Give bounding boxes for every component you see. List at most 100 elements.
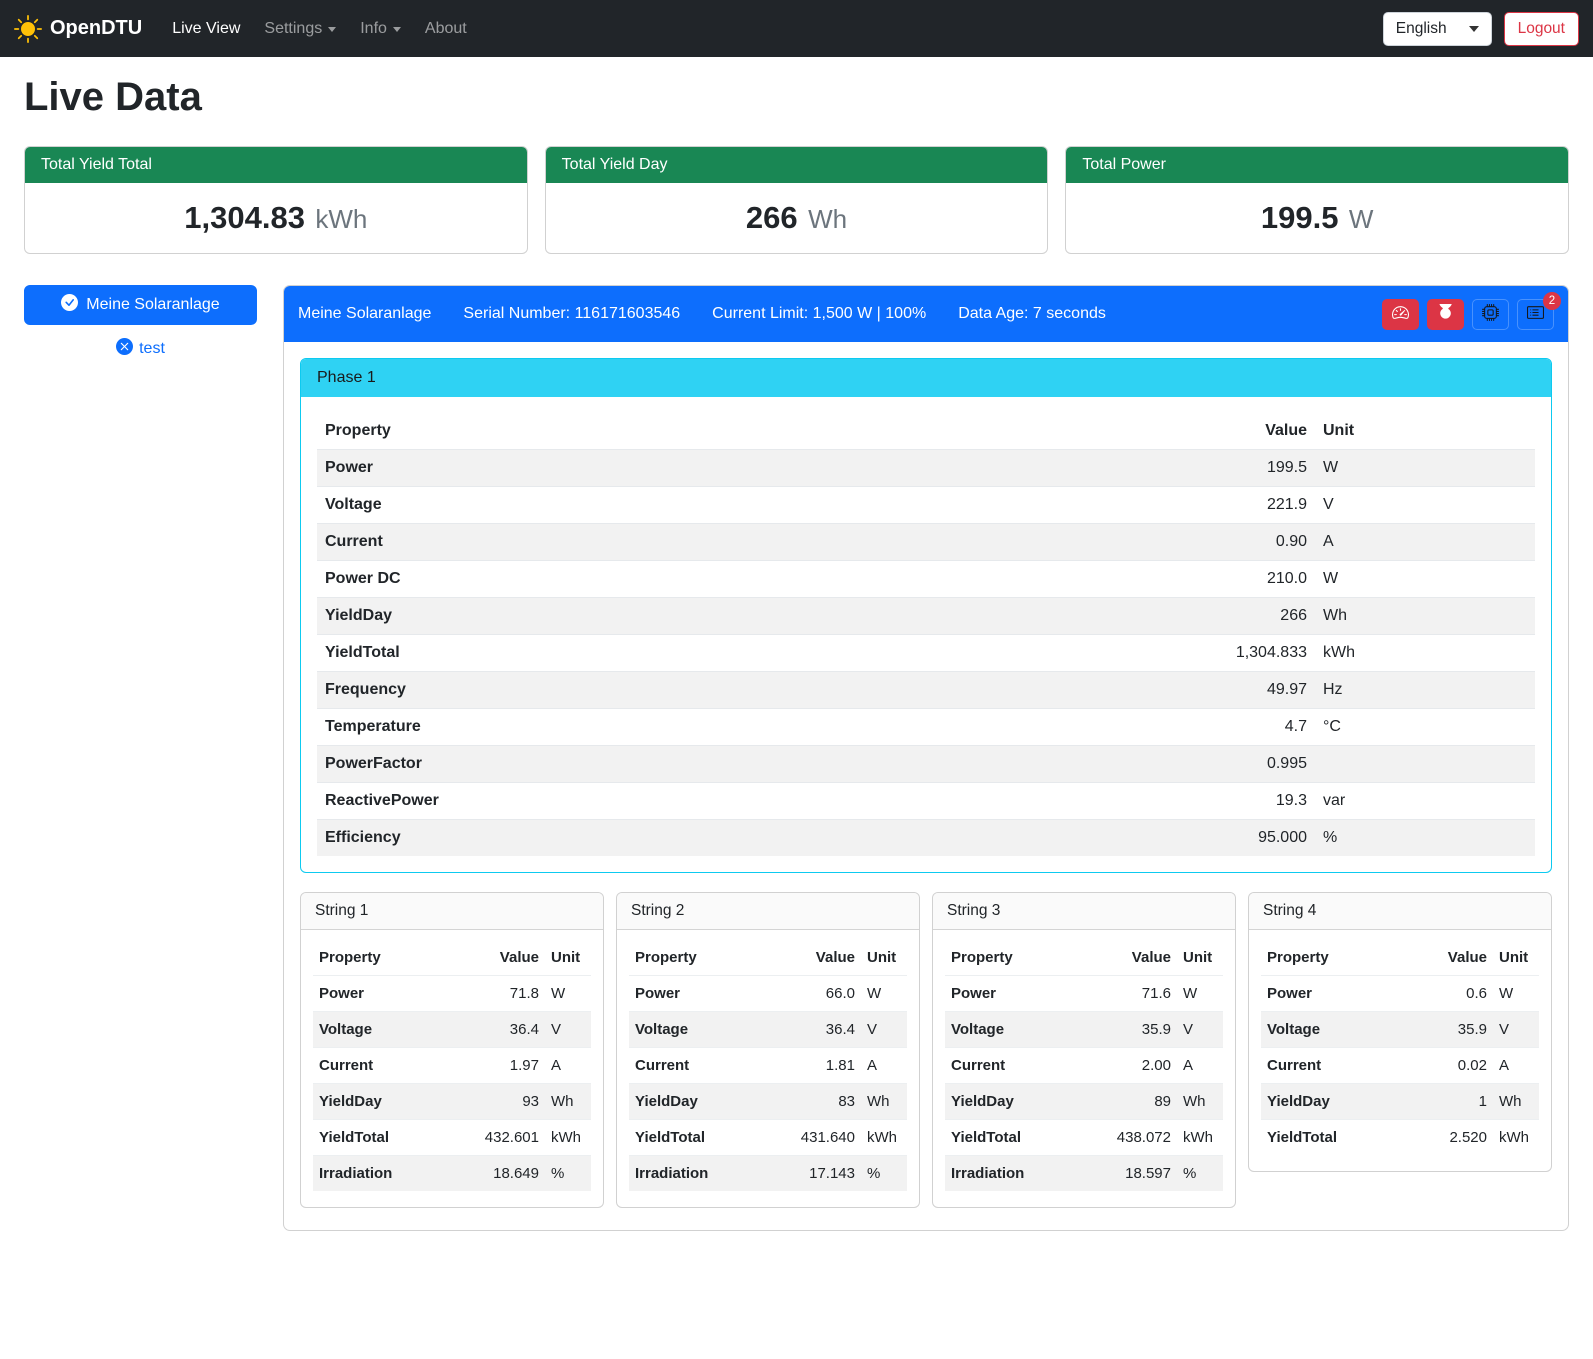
event-count-badge: 2 — [1543, 292, 1561, 310]
value-cell: 210.0 — [914, 561, 1315, 598]
table-row: Power199.5W — [317, 450, 1535, 487]
value-cell: 35.9 — [1076, 1012, 1177, 1048]
table-header-row: Property Value Unit — [313, 940, 591, 976]
phase-card-body: Property Value Unit Power199.5WVoltage22… — [301, 397, 1551, 872]
phase-table: Property Value Unit Power199.5WVoltage22… — [317, 413, 1535, 856]
property-cell: YieldTotal — [317, 635, 914, 672]
string-card-body: Property Value Unit Power71.6WVoltage35.… — [933, 930, 1235, 1207]
property-column-header: Property — [629, 940, 760, 976]
card-body: 199.5 W — [1066, 183, 1568, 253]
sun-logo-icon — [14, 15, 42, 43]
property-cell: Current — [629, 1048, 760, 1084]
property-cell: Current — [317, 524, 914, 561]
unit-cell: A — [1493, 1048, 1539, 1084]
table-header-row: Property Value Unit — [945, 940, 1223, 976]
unit-cell: kWh — [1177, 1120, 1223, 1156]
inverter-card-body: Phase 1 Property Value Unit Power199.5WV… — [284, 342, 1568, 1230]
table-row: Power DC210.0W — [317, 561, 1535, 598]
value-cell: 431.640 — [760, 1120, 861, 1156]
value-column-header: Value — [760, 940, 861, 976]
table-row: YieldDay89Wh — [945, 1084, 1223, 1120]
string-card-body: Property Value Unit Power71.8WVoltage36.… — [301, 930, 603, 1207]
card-title: Total Power — [1066, 147, 1568, 183]
inverter-serial: Serial Number: 116171603546 — [463, 305, 680, 323]
language-select[interactable]: English — [1383, 12, 1492, 46]
property-cell: Power — [317, 450, 914, 487]
speedometer-icon — [1392, 304, 1409, 324]
value-cell: 199.5 — [914, 450, 1315, 487]
property-cell: YieldDay — [945, 1084, 1076, 1120]
property-cell: Current — [945, 1048, 1076, 1084]
device-info-button[interactable] — [1472, 299, 1509, 330]
value-cell: 0.6 — [1404, 976, 1493, 1012]
table-row: Irradiation18.649% — [313, 1156, 591, 1192]
brand-link[interactable]: OpenDTU — [14, 15, 142, 43]
limit-settings-button[interactable] — [1382, 299, 1419, 330]
value-cell: 1 — [1404, 1084, 1493, 1120]
power-icon — [1437, 304, 1454, 324]
string-2-table: Property Value Unit Power66.0WVoltage36.… — [629, 940, 907, 1191]
string-3-table: Property Value Unit Power71.6WVoltage35.… — [945, 940, 1223, 1191]
value-cell: 49.97 — [914, 672, 1315, 709]
table-row: Current2.00A — [945, 1048, 1223, 1084]
value-column-header: Value — [444, 940, 545, 976]
sidebar-item-test[interactable]: test — [24, 338, 257, 360]
property-cell: Voltage — [313, 1012, 444, 1048]
value-cell: 432.601 — [444, 1120, 545, 1156]
card-value: 1,304.83 — [184, 200, 305, 235]
unit-cell: W — [1315, 561, 1535, 598]
string-title: String 4 — [1249, 893, 1551, 930]
property-cell: Voltage — [317, 487, 914, 524]
page-container: Live Data Total Yield Total 1,304.83 kWh… — [0, 75, 1593, 1259]
table-row: Irradiation18.597% — [945, 1156, 1223, 1192]
table-row: YieldDay266Wh — [317, 598, 1535, 635]
content-row: Meine Solaranlage test Meine Solaranlage… — [24, 285, 1569, 1259]
value-cell: 93 — [444, 1084, 545, 1120]
value-cell: 1.97 — [444, 1048, 545, 1084]
unit-cell: Wh — [861, 1084, 907, 1120]
string-3-card: String 3 Property Value Unit — [932, 892, 1236, 1208]
inverter-limit: Current Limit: 1,500 W | 100% — [712, 305, 926, 323]
value-cell: 266 — [914, 598, 1315, 635]
table-row: Voltage36.4V — [629, 1012, 907, 1048]
card-body: 266 Wh — [546, 183, 1048, 253]
property-cell: YieldTotal — [945, 1120, 1076, 1156]
power-button[interactable] — [1427, 299, 1464, 330]
nav-links: Live View Settings Info About — [162, 12, 477, 46]
event-log-button[interactable]: 2 — [1517, 299, 1554, 330]
value-cell: 438.072 — [1076, 1120, 1177, 1156]
property-cell: YieldDay — [317, 598, 914, 635]
table-row: Power66.0W — [629, 976, 907, 1012]
card-unit: Wh — [808, 204, 847, 234]
property-cell: Temperature — [317, 709, 914, 746]
nav-about[interactable]: About — [415, 12, 477, 46]
table-row: Voltage35.9V — [945, 1012, 1223, 1048]
unit-cell: V — [1315, 487, 1535, 524]
caret-down-icon — [328, 27, 336, 32]
nav-settings-dropdown[interactable]: Settings — [254, 12, 346, 46]
sidebar-item-meine-solaranlage[interactable]: Meine Solaranlage — [24, 285, 257, 325]
property-cell: Frequency — [317, 672, 914, 709]
cpu-icon — [1482, 304, 1499, 324]
logout-button[interactable]: Logout — [1504, 12, 1579, 46]
string-1-card: String 1 Property Value Unit — [300, 892, 604, 1208]
property-cell: YieldTotal — [629, 1120, 760, 1156]
nav-live-view[interactable]: Live View — [162, 12, 250, 46]
unit-cell — [1315, 746, 1535, 783]
unit-cell: A — [1177, 1048, 1223, 1084]
nav-info-dropdown[interactable]: Info — [350, 12, 411, 46]
table-row: Frequency49.97Hz — [317, 672, 1535, 709]
unit-cell: A — [545, 1048, 591, 1084]
string-2-card: String 2 Property Value Unit — [616, 892, 920, 1208]
unit-cell: W — [545, 976, 591, 1012]
unit-cell: % — [545, 1156, 591, 1192]
value-column-header: Value — [914, 413, 1315, 450]
value-cell: 1,304.833 — [914, 635, 1315, 672]
table-row: ReactivePower19.3var — [317, 783, 1535, 820]
property-cell: Power — [1261, 976, 1404, 1012]
sidebar-item-label: Meine Solaranlage — [86, 296, 219, 314]
value-cell: 18.597 — [1076, 1156, 1177, 1192]
table-row: Efficiency95.000% — [317, 820, 1535, 857]
unit-cell: Wh — [545, 1084, 591, 1120]
table-row: Voltage221.9V — [317, 487, 1535, 524]
